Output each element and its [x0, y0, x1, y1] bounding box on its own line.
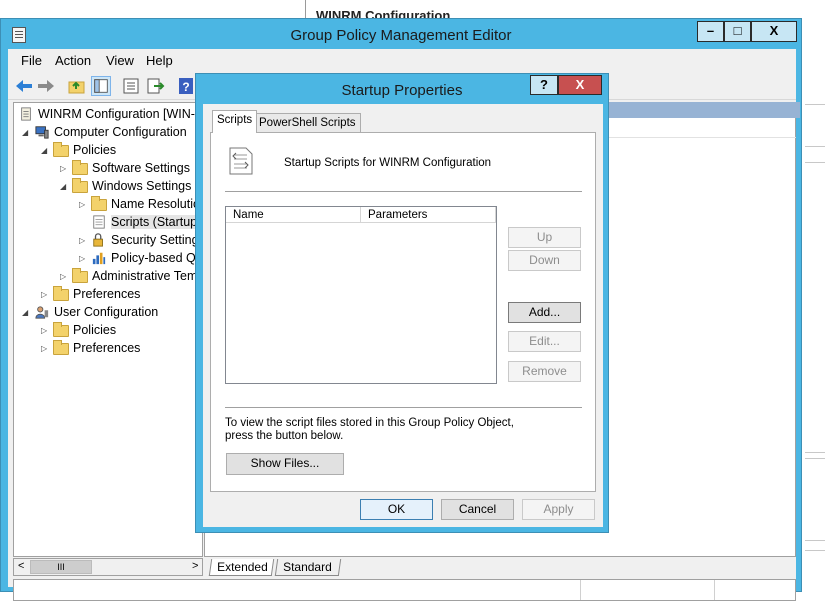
folder-icon — [72, 268, 88, 284]
tab-extended-label: Extended — [217, 560, 268, 574]
scroll-right-button[interactable]: > — [192, 560, 198, 572]
folder-icon — [53, 286, 69, 302]
menu-action[interactable]: Action — [55, 53, 91, 68]
scripts-heading: Startup Scripts for WINRM Configuration — [284, 157, 492, 169]
tree-item-label: Administrative Tem — [92, 269, 198, 283]
folder-icon — [72, 160, 88, 176]
tree-expander-icon[interactable]: ▷ — [60, 164, 68, 173]
menu-file[interactable]: File — [21, 53, 42, 68]
window-title: Group Policy Management Editor — [290, 27, 512, 44]
tree-item-label: User Configuration — [54, 305, 159, 319]
properties-icon[interactable] — [121, 76, 141, 96]
gpo-scroll-icon — [18, 106, 34, 122]
info-text: To view the script files stored in this … — [225, 417, 514, 442]
up-button[interactable]: Up — [508, 227, 581, 248]
tree-item-label: Policies — [73, 143, 117, 157]
tree-item-label: Policies — [73, 323, 117, 337]
help-icon[interactable]: ? — [176, 76, 196, 96]
maximize-button[interactable]: □ — [724, 21, 751, 42]
ok-button[interactable]: OK — [360, 499, 433, 520]
tree-expander-icon[interactable]: ◢ — [22, 128, 30, 137]
minimize-button[interactable]: – — [697, 21, 724, 42]
tab-standard[interactable]: Standard — [274, 559, 342, 576]
folder-icon — [53, 142, 69, 158]
dialog-help-button[interactable]: ? — [530, 75, 558, 95]
apply-button[interactable]: Apply — [522, 499, 595, 520]
tree-expander-icon[interactable]: ◢ — [41, 146, 49, 155]
tree-item-label: Policy-based Qo — [111, 251, 203, 265]
back-arrow-icon[interactable] — [14, 76, 34, 96]
tree-item-label: Software Settings — [92, 161, 190, 175]
down-button[interactable]: Down — [508, 250, 581, 271]
background-window-edge — [800, 20, 825, 596]
tree-item-label: Security Setting — [111, 233, 199, 247]
separator — [225, 191, 582, 192]
folder-icon — [53, 340, 69, 356]
folder-icon — [53, 322, 69, 338]
title-bar[interactable]: Group Policy Management Editor – □ X — [1, 19, 801, 49]
menu-help[interactable]: Help — [146, 53, 173, 68]
folder-up-icon[interactable] — [67, 76, 87, 96]
separator — [225, 407, 582, 408]
tab-powershell-scripts[interactable]: PowerShell Scripts — [254, 113, 361, 133]
forward-arrow-icon[interactable] — [36, 76, 56, 96]
svg-text:?: ? — [182, 80, 189, 94]
scroll-left-button[interactable]: < — [18, 560, 24, 572]
edit-button[interactable]: Edit... — [508, 331, 581, 352]
tree-item-label: Computer Configuration — [54, 125, 187, 139]
tree-expander-icon[interactable]: ▷ — [41, 326, 49, 335]
tree-item-label: Preferences — [73, 287, 141, 301]
remove-button[interactable]: Remove — [508, 361, 581, 382]
scripts-list[interactable]: Name Parameters — [225, 206, 497, 384]
background-window: WINRM Configuration — [305, 0, 825, 20]
tree-expander-icon[interactable]: ▷ — [79, 200, 87, 209]
scroll-thumb[interactable]: III — [30, 560, 92, 574]
chart-icon — [91, 250, 107, 266]
tree-expander-icon[interactable]: ◢ — [60, 182, 68, 191]
computer-icon — [34, 124, 50, 140]
column-header-parameters[interactable]: Parameters — [361, 207, 496, 223]
show-files-button[interactable]: Show Files... — [226, 453, 344, 475]
tab-scripts[interactable]: Scripts — [212, 110, 258, 133]
menu-bar: File Action View Help — [8, 49, 796, 71]
status-bar — [13, 579, 796, 601]
folder-icon — [72, 178, 88, 194]
show-hide-tree-icon[interactable] — [91, 76, 111, 96]
security-icon — [91, 232, 107, 248]
dialog-close-button[interactable]: X — [558, 75, 602, 95]
tree-item-label: Preferences — [73, 341, 141, 355]
add-button[interactable]: Add... — [508, 302, 581, 323]
close-button[interactable]: X — [751, 21, 797, 42]
tree-expander-icon[interactable]: ▷ — [41, 344, 49, 353]
scripts-tab-panel: Startup Scripts for WINRM Configuration … — [210, 132, 596, 492]
menu-view[interactable]: View — [106, 53, 134, 68]
tab-standard-label: Standard — [283, 560, 332, 574]
script-document-icon — [229, 147, 253, 175]
view-tabs: Extended Standard — [204, 559, 796, 577]
tree-expander-icon[interactable]: ▷ — [79, 254, 87, 263]
column-header-name[interactable]: Name — [226, 207, 361, 223]
tree-pane: WINRM Configuration [WIN-8 ◢ Computer Conf… — [13, 102, 203, 557]
tree-expander-icon[interactable]: ▷ — [41, 290, 49, 299]
tree-item-label: WINRM Configuration [WIN-8 — [38, 107, 202, 121]
tree-expander-icon[interactable]: ▷ — [79, 236, 87, 245]
export-icon[interactable] — [145, 76, 165, 96]
tree-horizontal-scrollbar[interactable]: < III > — [13, 558, 203, 576]
cancel-button[interactable]: Cancel — [441, 499, 514, 520]
user-icon — [34, 304, 50, 320]
tree-item-label: Name Resolutio — [111, 197, 200, 211]
dialog-body: Scripts PowerShell Scripts Startup Scrip… — [203, 104, 603, 527]
tab-extended[interactable]: Extended — [208, 559, 275, 576]
tree-item-label: Scripts (Startup/ — [111, 215, 201, 229]
tree-expander-icon[interactable]: ◢ — [22, 308, 30, 317]
script-icon — [91, 214, 107, 230]
tree-item-label: Windows Settings — [92, 179, 192, 193]
startup-properties-dialog: Startup Properties ? X Scripts PowerShel… — [195, 73, 609, 533]
folder-icon — [91, 196, 107, 212]
tree-expander-icon[interactable]: ▷ — [60, 272, 68, 281]
